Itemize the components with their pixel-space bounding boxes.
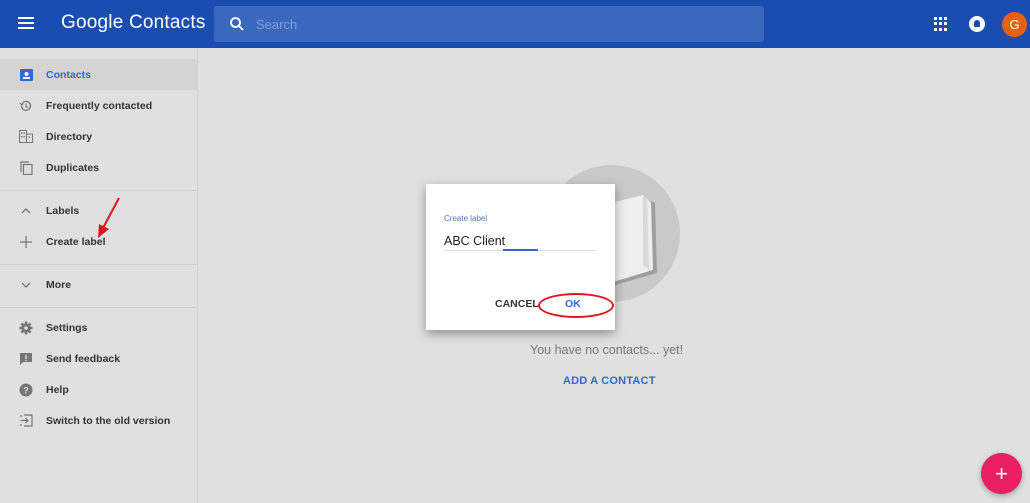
sidebar-item-label: More [46,278,72,291]
label-name-input[interactable] [444,231,597,251]
sidebar-item-contacts[interactable]: Contacts [0,59,198,90]
help-icon: ? [18,382,34,398]
feedback-icon [18,351,34,367]
contacts-icon [18,67,34,83]
empty-state-message: You have no contacts... yet! [530,343,684,357]
main-menu-button[interactable] [18,14,38,34]
sidebar-divider [0,307,198,308]
sidebar-item-label: Send feedback [46,352,121,365]
sidebar-item-duplicates[interactable]: Duplicates [0,152,198,183]
sidebar-item-label: Frequently contacted [46,99,153,112]
sidebar-divider [0,190,198,191]
hamburger-icon-bar [18,27,34,29]
sidebar-item-settings[interactable]: Settings [0,312,198,343]
search-icon [230,17,244,31]
sidebar-item-directory[interactable]: Directory [0,121,198,152]
app-title[interactable]: Google Contacts [61,12,206,34]
apps-grid-icon[interactable] [934,17,948,31]
sidebar-item-label: Labels [46,204,80,217]
sidebar-item-help[interactable]: ? Help [0,374,198,405]
sidebar-labels-toggle[interactable]: Labels [0,195,198,226]
add-contact-link[interactable]: ADD A CONTACT [563,375,656,387]
sidebar-item-switch-old-version[interactable]: Switch to the old version [0,405,198,436]
cancel-button[interactable]: CANCEL [495,298,539,310]
sidebar-item-label: Switch to the old version [46,414,171,427]
chevron-up-icon [18,203,34,219]
history-icon [18,98,34,114]
sidebar-item-label: Contacts [46,68,91,81]
sidebar-item-label: Directory [46,130,93,143]
sidebar-more-toggle[interactable]: More [0,269,198,300]
top-app-bar: Google Contacts G [0,0,1030,48]
exit-icon [18,413,34,429]
sidebar-item-label: Create label [46,235,106,248]
gear-icon [18,320,34,336]
ok-button[interactable]: OK [565,298,581,310]
create-label-dialog: Create label CANCEL OK [426,184,615,330]
duplicates-icon [18,160,34,176]
svg-text:?: ? [23,385,29,395]
create-label-field-label: Create label [444,214,488,223]
input-focus-underline [503,249,538,251]
sidebar-divider [0,264,198,265]
sidebar-item-label: Help [46,383,69,396]
notifications-bell-icon[interactable] [969,16,985,32]
search-box[interactable] [214,6,764,42]
directory-icon [18,129,34,145]
plus-icon [18,234,34,250]
account-avatar[interactable]: G [1002,12,1027,37]
hamburger-icon-bar [18,22,34,24]
add-contact-fab[interactable]: + [981,453,1022,494]
hamburger-icon [18,17,34,19]
chevron-down-icon [18,277,34,293]
sidebar-item-label: Settings [46,321,88,334]
sidebar-item-frequently-contacted[interactable]: Frequently contacted [0,90,198,121]
sidebar-item-send-feedback[interactable]: Send feedback [0,343,198,374]
search-input[interactable] [256,6,746,42]
sidebar-item-label: Duplicates [46,161,100,174]
sidebar-item-create-label[interactable]: Create label [0,226,198,257]
sidebar: Contacts Frequently contacted Directory … [0,48,198,503]
